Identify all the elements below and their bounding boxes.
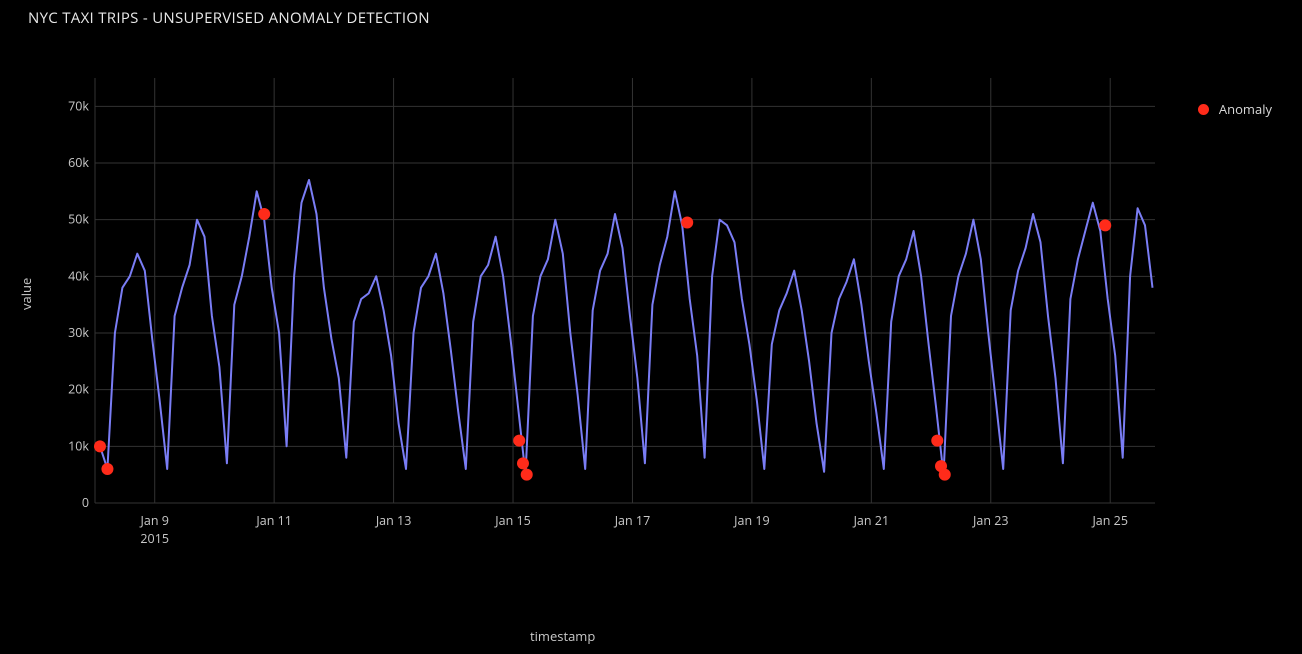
legend-anomaly-label: Anomaly	[1219, 100, 1272, 118]
svg-text:Jan 23: Jan 23	[972, 512, 1009, 529]
anomaly-icon	[1198, 104, 1209, 115]
svg-text:50k: 50k	[68, 211, 89, 228]
panel-title: NYC TAXI TRIPS - UNSUPERVISED ANOMALY DE…	[28, 8, 430, 28]
x-axis-label: timestamp	[530, 627, 595, 645]
svg-text:Jan 21: Jan 21	[853, 512, 890, 529]
y-axis-label: value	[17, 278, 35, 310]
svg-text:40k: 40k	[68, 267, 89, 284]
svg-text:20k: 20k	[68, 381, 89, 398]
svg-text:Jan 25: Jan 25	[1091, 512, 1128, 529]
svg-text:10k: 10k	[68, 437, 89, 454]
svg-text:Jan 17: Jan 17	[614, 512, 651, 529]
svg-text:0: 0	[82, 494, 89, 511]
svg-text:Jan 13: Jan 13	[375, 512, 412, 529]
svg-text:2015: 2015	[140, 530, 169, 547]
svg-text:Jan 19: Jan 19	[733, 512, 770, 529]
svg-text:Jan 15: Jan 15	[494, 512, 531, 529]
svg-text:Jan 9: Jan 9	[140, 512, 169, 529]
svg-text:60k: 60k	[68, 154, 89, 171]
legend: Anomaly	[1198, 100, 1272, 118]
chart-canvas[interactable]: 0 10k 20k 30k 40k 50k 60k 70k Jan 92015 Jan 11 Jan…	[65, 68, 1165, 563]
svg-text:Jan 11: Jan 11	[255, 512, 292, 529]
svg-text:70k: 70k	[68, 97, 89, 114]
svg-text:30k: 30k	[68, 324, 89, 341]
chart-panel: NYC TAXI TRIPS - UNSUPERVISED ANOMALY DE…	[0, 0, 1302, 654]
